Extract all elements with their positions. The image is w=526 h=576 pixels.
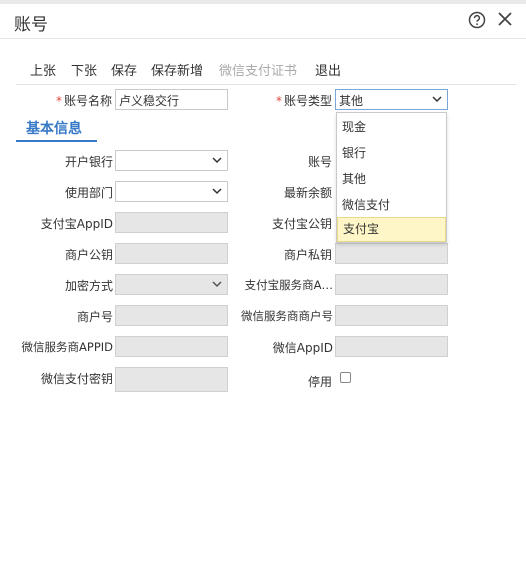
- next-record-button[interactable]: 下张: [71, 60, 97, 79]
- account-no-label: 账号: [307, 155, 332, 169]
- merchant-privkey-label: 商户私钥: [283, 248, 332, 262]
- encryption-select[interactable]: [115, 274, 228, 295]
- disabled-checkbox[interactable]: [340, 372, 351, 383]
- required-mark: *: [275, 94, 282, 108]
- alipay-pubkey-label: 支付宝公钥: [271, 217, 332, 231]
- bank-label: 开户银行: [64, 155, 113, 169]
- bank-select[interactable]: [115, 150, 228, 171]
- dropdown-option-other[interactable]: 其他: [337, 166, 446, 192]
- merchant-privkey-input[interactable]: [335, 243, 448, 264]
- section-underline: [16, 140, 97, 142]
- alipay-appid-label: 支付宝AppID: [40, 217, 113, 231]
- close-icon[interactable]: [496, 10, 514, 28]
- wechat-sp-merchant-label: 微信服务商商户号: [241, 309, 333, 323]
- dialog-title: 账号: [14, 15, 48, 35]
- exit-button[interactable]: 退出: [315, 60, 341, 79]
- merchant-no-label: 商户号: [76, 310, 113, 324]
- wechat-sp-merchant-input[interactable]: [335, 305, 448, 326]
- balance-label: 最新余额: [283, 186, 332, 200]
- dropdown-option-wechat-pay[interactable]: 微信支付: [337, 192, 446, 218]
- wechat-key-input[interactable]: [115, 367, 228, 392]
- dialog-titlebar: 账号: [0, 4, 526, 39]
- department-label: 使用部门: [64, 186, 113, 200]
- encryption-label: 加密方式: [64, 279, 113, 293]
- account-type-select[interactable]: 其他: [335, 89, 448, 110]
- chevron-down-icon: [212, 188, 222, 195]
- toolbar-divider: [16, 84, 516, 85]
- chevron-down-icon: [432, 96, 442, 103]
- dropdown-option-alipay[interactable]: 支付宝: [337, 217, 446, 242]
- wechat-sp-appid-label: 微信服务商APPID: [21, 340, 113, 354]
- disabled-label: 停用: [307, 375, 332, 389]
- merchant-pubkey-label: 商户公钥: [64, 248, 113, 262]
- chevron-down-icon: [212, 281, 222, 288]
- required-mark: *: [55, 94, 62, 108]
- alipay-sp-label: 支付宝服务商A…: [244, 278, 333, 292]
- wechat-cert-button: 微信支付证书: [219, 64, 298, 79]
- merchant-no-input[interactable]: [115, 305, 228, 326]
- account-type-dropdown: 现金 银行 其他 微信支付 支付宝: [336, 112, 447, 243]
- prev-record-button[interactable]: 上张: [30, 60, 56, 79]
- dropdown-option-cash[interactable]: 现金: [337, 114, 446, 140]
- help-icon[interactable]: [468, 11, 486, 29]
- toolbar: 上张 下张 保存 保存新增 微信支付证书 退出: [0, 60, 526, 80]
- wechat-sp-appid-input[interactable]: [115, 336, 228, 357]
- wechat-key-label: 微信支付密钥: [40, 372, 113, 386]
- account-type-label: * 账号类型: [275, 94, 332, 108]
- alipay-sp-input[interactable]: [335, 274, 448, 295]
- department-select[interactable]: [115, 181, 228, 202]
- wechat-appid-label: 微信AppID: [272, 341, 333, 355]
- save-and-new-button[interactable]: 保存新增: [151, 60, 203, 79]
- chevron-down-icon: [212, 157, 222, 164]
- account-name-label: * 账号名称: [55, 94, 112, 108]
- merchant-pubkey-input[interactable]: [115, 243, 228, 264]
- dropdown-option-bank[interactable]: 银行: [337, 140, 446, 166]
- alipay-appid-input[interactable]: [115, 212, 228, 233]
- section-title[interactable]: 基本信息: [26, 118, 82, 138]
- save-button[interactable]: 保存: [111, 60, 137, 79]
- account-type-value: 其他: [339, 94, 364, 108]
- account-name-input[interactable]: 卢义稳交行: [115, 89, 228, 110]
- wechat-appid-input[interactable]: [335, 336, 448, 357]
